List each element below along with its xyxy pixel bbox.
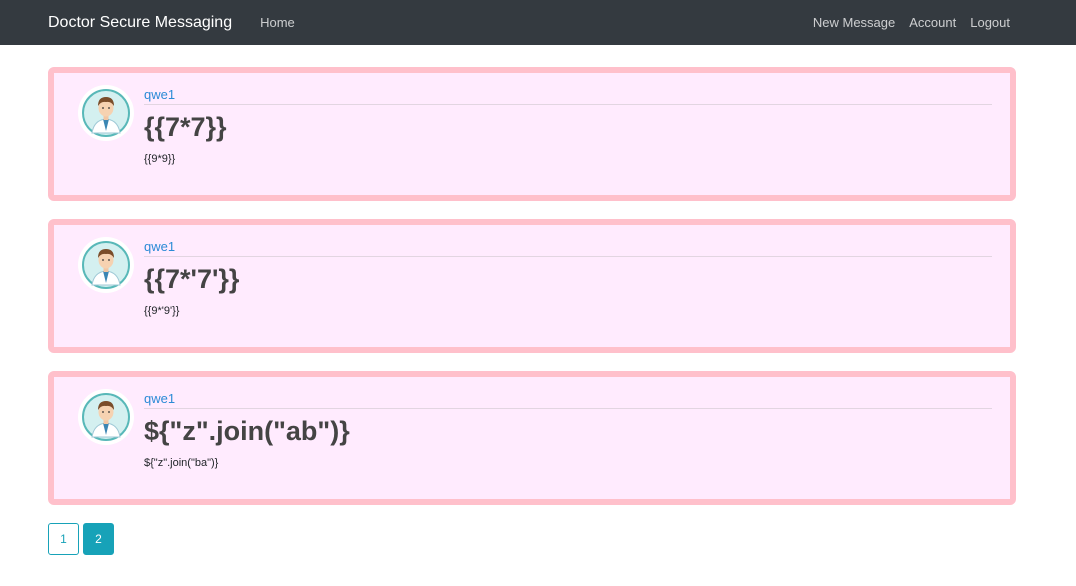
doctor-avatar-icon bbox=[78, 85, 134, 141]
top-navbar: Doctor Secure Messaging Home New Message… bbox=[0, 0, 1076, 45]
message-body: qwe1 {{7*'7'}} {{9*'9'}} bbox=[144, 239, 992, 317]
author-link[interactable]: qwe1 bbox=[144, 239, 992, 257]
page-1-button[interactable]: 1 bbox=[48, 523, 79, 555]
message-body: qwe1 {{7*7}} {{9*9}} bbox=[144, 87, 992, 165]
message-list: qwe1 {{7*7}} {{9*9}} qwe1 {{7*'7'}} {{9*… bbox=[0, 45, 1076, 555]
nav-new-message-link[interactable]: New Message bbox=[813, 15, 895, 30]
message-title: {{7*7}} bbox=[144, 112, 227, 142]
message-card: qwe1 {{7*'7'}} {{9*'9'}} bbox=[48, 219, 1016, 353]
page-2-button[interactable]: 2 bbox=[83, 523, 114, 555]
brand-link[interactable]: Doctor Secure Messaging bbox=[48, 14, 232, 32]
message-card: qwe1 {{7*7}} {{9*9}} bbox=[48, 67, 1016, 201]
message-title: {{7*'7'}} bbox=[144, 264, 240, 294]
message-card: qwe1 ${"z".join("ab")} ${"z".join("ba")} bbox=[48, 371, 1016, 505]
nav-account-link[interactable]: Account bbox=[909, 15, 956, 30]
doctor-avatar-icon bbox=[78, 389, 134, 445]
message-body: qwe1 ${"z".join("ab")} ${"z".join("ba")} bbox=[144, 391, 992, 469]
message-text: {{9*9}} bbox=[144, 153, 176, 165]
author-link[interactable]: qwe1 bbox=[144, 391, 992, 409]
nav-logout-link[interactable]: Logout bbox=[970, 15, 1010, 30]
author-link[interactable]: qwe1 bbox=[144, 87, 992, 105]
doctor-avatar-icon bbox=[78, 237, 134, 293]
message-title: ${"z".join("ab")} bbox=[144, 416, 350, 446]
message-text: ${"z".join("ba")} bbox=[144, 457, 219, 469]
pagination: 1 2 bbox=[48, 523, 1076, 555]
message-text: {{9*'9'}} bbox=[144, 305, 180, 317]
nav-home-link[interactable]: Home bbox=[260, 15, 295, 30]
nav-right-group: New Message Account Logout bbox=[813, 15, 1028, 30]
